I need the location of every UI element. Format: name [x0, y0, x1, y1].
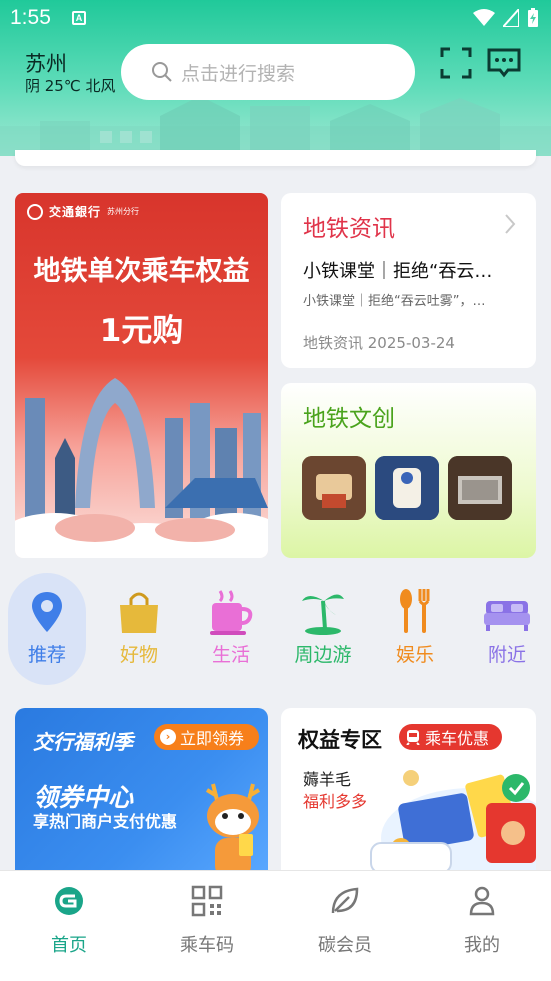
metro-news-card[interactable]: 地铁资讯 小铁课堂｜拒绝“吞云… 小铁课堂｜拒绝“吞云吐雾”，… 地铁资讯 20…	[281, 193, 536, 368]
product-image	[302, 456, 366, 520]
search-placeholder: 点击进行搜索	[181, 62, 296, 85]
qr-code-icon	[191, 885, 223, 917]
coupon-wallet-illustration	[370, 770, 536, 878]
suzhou-skyline-illustration	[15, 378, 268, 558]
location-pin-icon	[32, 592, 62, 632]
category-goods[interactable]: 好物	[100, 573, 178, 685]
category-nearby-travel[interactable]: 周边游	[284, 573, 362, 685]
weather-info: 阴 25℃ 北风	[25, 77, 116, 95]
category-label: 周边游	[294, 644, 352, 666]
category-life[interactable]: 生活	[192, 573, 270, 685]
product-thumbnail[interactable]	[375, 456, 439, 520]
nav-label: 首页	[51, 935, 87, 956]
nav-home[interactable]: 首页	[0, 871, 138, 971]
banner-ad[interactable]: 交通銀行 苏州分行 地铁单次乘车权益 1元购	[15, 193, 268, 558]
nav-carbon-member[interactable]: 碳会员	[276, 871, 414, 971]
status-bar: 1:55 A	[0, 0, 551, 36]
benefits-zone-banner[interactable]: 权益专区 乘车优惠 薅羊毛 福利多多	[281, 708, 536, 878]
signal-icon	[503, 9, 519, 27]
bank-branch: 苏州分行	[107, 207, 140, 216]
metro-culture-card[interactable]: 地铁文创	[281, 383, 536, 558]
bed-icon	[484, 601, 530, 631]
search-icon	[152, 62, 172, 82]
nav-label: 我的	[464, 935, 500, 956]
product-image	[448, 456, 512, 520]
palm-tree-icon	[302, 594, 344, 635]
utensils-icon	[400, 589, 430, 633]
promo-brand: 交行福利季	[33, 730, 133, 754]
benefits-title: 权益专区	[298, 728, 382, 752]
wifi-icon	[473, 9, 495, 26]
category-label: 生活	[211, 644, 250, 666]
bank-name: 交通銀行	[49, 205, 102, 219]
category-entertainment[interactable]: 娱乐	[376, 573, 454, 685]
notification-icon: A	[72, 11, 86, 25]
benefits-line1: 薅羊毛	[303, 770, 352, 789]
news-summary: 小铁课堂｜拒绝“吞云吐雾”，…	[303, 294, 486, 309]
message-icon[interactable]	[486, 47, 522, 79]
category-tabs: 推荐 好物 生活 周边游 娱乐 附近	[0, 573, 551, 688]
banner-subtitle: 1元购	[99, 313, 184, 349]
coupon-center-banner[interactable]: 交行福利季 › 立即领券 领券中心 享热门商户支付优惠	[15, 708, 268, 878]
train-icon	[406, 730, 420, 745]
scan-icon[interactable]	[440, 47, 472, 79]
category-recommend[interactable]: 推荐	[8, 573, 86, 685]
promo-subtitle: 享热门商户支付优惠	[33, 812, 178, 831]
category-label: 推荐	[27, 644, 66, 666]
nav-label: 碳会员	[318, 935, 372, 956]
culture-title: 地铁文创	[303, 406, 395, 432]
chevron-right-icon[interactable]	[504, 213, 516, 235]
bank-logo: 交通銀行 苏州分行	[27, 203, 139, 220]
news-date: 地铁资讯 2025-03-24	[303, 334, 455, 352]
bottom-navigation: 首页 乘车码 碳会员 我的	[0, 870, 551, 981]
product-thumbnail[interactable]	[448, 456, 512, 520]
status-icons	[473, 8, 539, 28]
leaf-icon	[331, 887, 359, 914]
category-label: 好物	[119, 644, 158, 666]
banner-title: 地铁单次乘车权益	[33, 256, 250, 287]
battery-icon	[528, 8, 538, 27]
nav-ride-code[interactable]: 乘车码	[138, 871, 276, 971]
claim-coupon-label: 立即领券	[180, 729, 245, 748]
ride-discount-label: 乘车优惠	[425, 729, 490, 748]
shopping-bag-icon	[120, 592, 158, 633]
category-label: 娱乐	[395, 644, 434, 666]
category-nearby[interactable]: 附近	[468, 573, 546, 685]
benefits-line2: 福利多多	[303, 792, 368, 811]
arrow-right-icon: ›	[160, 729, 176, 745]
claim-coupon-button[interactable]: › 立即领券	[154, 724, 259, 750]
nav-profile[interactable]: 我的	[413, 871, 551, 971]
category-label: 附近	[487, 644, 526, 666]
header: 1:55 A 苏州 阴 25℃ 北风 点击进行搜索	[0, 0, 551, 156]
product-thumbnail[interactable]	[302, 456, 366, 520]
status-time: 1:55	[10, 6, 51, 29]
product-image	[375, 456, 439, 520]
deer-mascot-illustration	[205, 783, 261, 878]
news-title: 地铁资讯	[303, 216, 395, 242]
coffee-cup-icon	[210, 590, 253, 635]
bank-logo-icon	[27, 203, 43, 220]
user-icon	[469, 886, 495, 916]
home-logo-icon	[55, 887, 83, 915]
city-name[interactable]: 苏州	[25, 48, 67, 78]
top-card	[15, 150, 536, 166]
news-headline[interactable]: 小铁课堂｜拒绝“吞云…	[303, 257, 523, 283]
ride-discount-badge[interactable]: 乘车优惠	[399, 724, 502, 750]
nav-label: 乘车码	[180, 935, 234, 956]
search-input[interactable]: 点击进行搜索	[121, 44, 415, 100]
